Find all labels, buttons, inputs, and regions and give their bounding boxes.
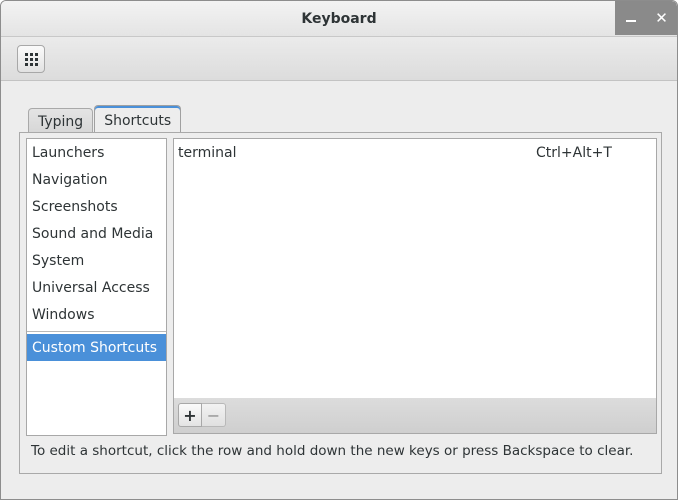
category-separator — [27, 331, 166, 332]
grid-icon — [24, 52, 38, 66]
category-item-windows[interactable]: Windows — [27, 301, 166, 328]
minimize-button[interactable] — [615, 1, 646, 35]
category-item-navigation[interactable]: Navigation — [27, 166, 166, 193]
window-title: Keyboard — [301, 11, 377, 27]
shortcut-list-toolbar: + − — [173, 398, 657, 434]
shortcut-accelerator[interactable]: Ctrl+Alt+T — [536, 145, 612, 161]
add-shortcut-button[interactable]: + — [178, 403, 202, 427]
minus-icon: − — [206, 405, 221, 425]
shortcuts-page: Launchers Navigation Screenshots Sound a… — [19, 132, 662, 474]
category-item-sound-and-media[interactable]: Sound and Media — [27, 220, 166, 247]
window-controls: ✕ — [615, 1, 677, 35]
all-settings-button[interactable] — [17, 45, 45, 73]
shortcut-row[interactable]: terminal Ctrl+Alt+T — [174, 139, 656, 166]
keyboard-window: Keyboard ✕ Typing Shortcuts Launchers Na… — [0, 0, 678, 500]
remove-shortcut-button[interactable]: − — [202, 403, 226, 427]
category-item-launchers[interactable]: Launchers — [27, 139, 166, 166]
shortcut-name: terminal — [178, 144, 237, 161]
close-button[interactable]: ✕ — [646, 1, 677, 35]
category-list: Launchers Navigation Screenshots Sound a… — [26, 138, 167, 436]
plus-icon: + — [183, 405, 197, 425]
content-area: Typing Shortcuts Launchers Navigation Sc… — [1, 82, 677, 499]
category-item-screenshots[interactable]: Screenshots — [27, 193, 166, 220]
shortcut-list: terminal Ctrl+Alt+T — [173, 138, 657, 399]
titlebar[interactable]: Keyboard ✕ — [1, 1, 677, 37]
category-item-system[interactable]: System — [27, 247, 166, 274]
header-toolbar — [1, 37, 677, 81]
edit-hint-text: To edit a shortcut, click the row and ho… — [31, 443, 634, 459]
tab-bar: Typing Shortcuts — [28, 102, 182, 135]
tab-shortcuts[interactable]: Shortcuts — [94, 105, 182, 135]
minimize-icon — [625, 20, 636, 22]
close-icon: ✕ — [655, 9, 668, 27]
category-item-custom-shortcuts[interactable]: Custom Shortcuts — [27, 334, 166, 361]
category-item-universal-access[interactable]: Universal Access — [27, 274, 166, 301]
tab-typing[interactable]: Typing — [28, 108, 94, 134]
